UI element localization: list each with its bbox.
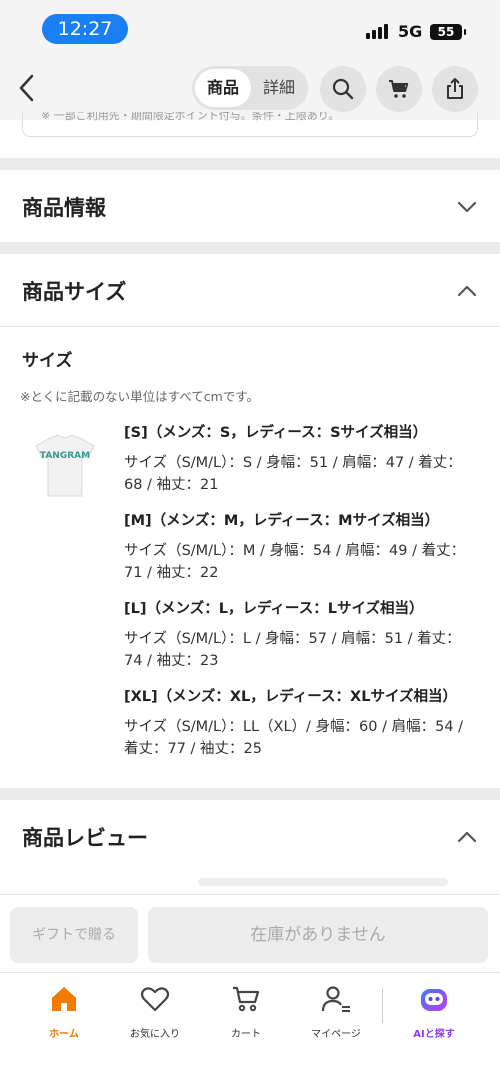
tshirt-image: TANGRAM <box>35 434 95 497</box>
section-divider <box>0 158 500 170</box>
tab-separator <box>382 989 383 1023</box>
section-product-review[interactable]: 商品レビュー <box>0 800 500 872</box>
tab-cart[interactable]: カート <box>206 983 286 1040</box>
tab-home[interactable]: ホーム <box>24 983 104 1040</box>
section-product-info[interactable]: 商品情報 <box>0 170 500 242</box>
out-of-stock-button[interactable]: 在庫がありません <box>148 907 488 963</box>
tab-label: カート <box>231 1029 261 1040</box>
chevron-left-icon <box>19 74 34 102</box>
size-header: [M]（メンズ：M，レディース：Mサイズ相当） <box>124 513 440 529</box>
tab-bar: ホーム お気に入り カート マイページ AIと探す <box>0 972 500 1080</box>
action-bar: ギフトで贈る 在庫がありません <box>0 894 500 972</box>
section-divider <box>0 242 500 254</box>
home-icon <box>52 987 76 1011</box>
cart-icon <box>233 986 260 1012</box>
tab-label: お気に入り <box>130 1029 180 1040</box>
chevron-down-icon <box>457 201 477 213</box>
tab-label: AIと探す <box>413 1029 455 1040</box>
review-rating-bar <box>198 878 448 886</box>
tab-label: マイページ <box>311 1029 361 1040</box>
battery-icon: 55 <box>430 24 466 40</box>
size-header: [L]（メンズ：L，レディース：Lサイズ相当） <box>124 601 424 617</box>
size-header: [S]（メンズ：S，レディース：Sサイズ相当） <box>124 425 428 441</box>
size-unit-note: ※とくに記載のない単位はすべてcmです。 <box>20 389 260 404</box>
tab-favorites[interactable]: お気に入り <box>115 983 195 1040</box>
signal-icon <box>366 24 388 39</box>
view-segment: 商品 詳細 <box>192 66 308 110</box>
chevron-up-icon <box>457 285 477 297</box>
status-time: 12:27 <box>42 14 128 44</box>
nav-bar: 商品 詳細 <box>0 56 500 120</box>
tab-label: ホーム <box>49 1029 79 1040</box>
user-icon <box>321 986 350 1012</box>
section-title-review: 商品レビュー <box>22 826 148 850</box>
size-detail: サイズ（S/M/L）：L / 身幅：57 / 肩幅：51 / 着丈：74 / 袖… <box>124 631 461 669</box>
size-heading: サイズ <box>22 351 73 371</box>
status-bar: 12:27 5G 55 <box>0 0 500 56</box>
cart-icon <box>389 80 409 98</box>
section-title-info: 商品情報 <box>22 196 106 220</box>
divider-line <box>0 326 500 327</box>
back-button[interactable] <box>14 68 42 108</box>
network-label: 5G <box>398 22 423 41</box>
tab-product[interactable]: 商品 <box>195 69 251 107</box>
size-item: [XL]（メンズ：XL，レディース：XLサイズ相当） サイズ（S/M/L）：LL… <box>124 686 474 760</box>
size-item: [S]（メンズ：S，レディース：Sサイズ相当） サイズ（S/M/L）：S / 身… <box>124 422 474 496</box>
size-list: [S]（メンズ：S，レディース：Sサイズ相当） サイズ（S/M/L）：S / 身… <box>124 422 474 774</box>
cart-button[interactable] <box>376 66 422 112</box>
gift-button[interactable]: ギフトで贈る <box>10 907 138 963</box>
chevron-up-icon <box>457 831 477 843</box>
search-button[interactable] <box>320 66 366 112</box>
tab-mypage[interactable]: マイページ <box>296 983 376 1040</box>
product-thumbnail[interactable]: TANGRAM <box>30 432 100 502</box>
size-detail: サイズ（S/M/L）：LL（XL）/ 身幅：60 / 肩幅：54 / 着丈：77… <box>124 719 464 757</box>
heart-icon <box>140 987 170 1012</box>
size-detail: サイズ（S/M/L）：S / 身幅：51 / 肩幅：47 / 着丈：68 / 袖… <box>124 455 462 493</box>
tab-detail[interactable]: 詳細 <box>252 69 306 107</box>
section-divider <box>0 788 500 800</box>
section-product-size[interactable]: 商品サイズ <box>0 254 500 326</box>
share-button[interactable] <box>432 66 478 112</box>
ai-icon <box>421 989 447 1011</box>
share-icon <box>447 78 463 99</box>
screen: 12:27 5G 55 商品 詳細 ※ 一部ご利用先・期間限定ポイント付与。条件… <box>0 0 500 1080</box>
search-icon <box>332 78 354 100</box>
tab-ai-search[interactable]: AIと探す <box>394 983 474 1040</box>
size-header: [XL]（メンズ：XL，レディース：XLサイズ相当） <box>124 689 458 705</box>
size-detail: サイズ（S/M/L）：M / 身幅：54 / 肩幅：49 / 着丈：71 / 袖… <box>124 543 466 581</box>
section-title-size: 商品サイズ <box>22 280 127 304</box>
size-item: [M]（メンズ：M，レディース：Mサイズ相当） サイズ（S/M/L）：M / 身… <box>124 510 474 584</box>
points-note-box: ※ 一部ご利用先・期間限定ポイント付与。条件・上限あり。 <box>22 112 478 137</box>
points-note: ※ 一部ご利用先・期間限定ポイント付与。条件・上限あり。 <box>41 112 340 122</box>
thumb-brand-text: TANGRAM <box>40 451 90 461</box>
size-item: [L]（メンズ：L，レディース：Lサイズ相当） サイズ（S/M/L）：L / 身… <box>124 598 474 672</box>
